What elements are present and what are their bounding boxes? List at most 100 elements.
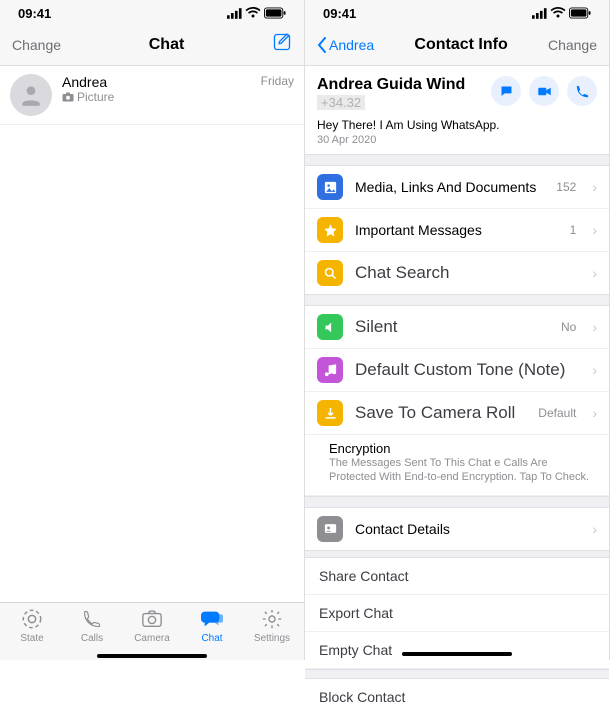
export-chat-row[interactable]: Export Chat (305, 595, 609, 632)
back-button[interactable]: Andrea (317, 37, 374, 53)
back-label: Andrea (329, 37, 374, 53)
chevron-right-icon: › (592, 362, 597, 378)
chat-preview: Picture (62, 90, 251, 104)
camera-icon (140, 607, 164, 631)
row-label: Important Messages (355, 222, 558, 238)
contact-details-row[interactable]: Contact Details › (305, 508, 609, 550)
status-indicators (227, 7, 286, 19)
row-label: Contact Details (355, 521, 580, 537)
message-button[interactable] (491, 76, 521, 106)
separator (305, 154, 609, 166)
battery-icon (264, 7, 286, 19)
row-label: Chat Search (355, 263, 580, 283)
tab-bar: State Calls Camera Chat Settings (0, 602, 304, 660)
tab-label: Camera (134, 633, 170, 644)
gear-icon (260, 607, 284, 631)
nav-left-button[interactable]: Change (12, 37, 61, 53)
audio-call-button[interactable] (567, 76, 597, 106)
cellular-icon (227, 8, 242, 19)
contact-info-screen: 09:41 Andrea Contact Info Change Andrea … (305, 0, 610, 660)
chevron-right-icon: › (592, 319, 597, 335)
row-value: 152 (556, 180, 576, 194)
tab-camera[interactable]: Camera (122, 607, 182, 656)
chat-preview-text: Picture (77, 90, 114, 104)
tab-label: Calls (81, 633, 103, 644)
tab-calls[interactable]: Calls (62, 607, 122, 656)
empty-chat-row[interactable]: Empty Chat (305, 632, 609, 669)
separator (305, 669, 609, 679)
chat-list-screen: 09:41 Change Chat Andrea Picture Friday (0, 0, 305, 660)
chat-icon (200, 607, 224, 631)
chat-time: Friday (261, 74, 294, 88)
row-value: Default (538, 406, 576, 420)
home-indicator[interactable] (402, 652, 512, 656)
chevron-right-icon: › (592, 521, 597, 537)
camera-icon (62, 92, 74, 102)
separator (305, 550, 609, 558)
row-label: Media, Links And Documents (355, 179, 544, 195)
row-value: No (561, 320, 576, 334)
encryption-text: The Messages Sent To This Chat e Calls A… (329, 456, 597, 485)
tab-label: Chat (201, 633, 222, 644)
mute-icon (317, 314, 343, 340)
separator (305, 294, 609, 306)
tab-chat[interactable]: Chat (182, 607, 242, 656)
tab-state[interactable]: State (2, 607, 62, 656)
contact-nav-bar: Andrea Contact Info Change (305, 26, 609, 66)
separator (305, 496, 609, 508)
cellular-icon (532, 8, 547, 19)
media-row[interactable]: Media, Links And Documents 152 › (305, 166, 609, 209)
state-icon (20, 607, 44, 631)
status-bar: 09:41 (305, 0, 609, 26)
nav-title: Contact Info (414, 36, 507, 54)
contact-phone: +34.32 (317, 95, 365, 110)
status-time: 09:41 (323, 6, 356, 21)
phone-icon (80, 607, 104, 631)
chevron-right-icon: › (592, 179, 597, 195)
chat-nav-bar: Change Chat (0, 26, 304, 66)
row-label: Silent (355, 317, 549, 337)
important-row[interactable]: Important Messages 1 › (305, 209, 609, 252)
compose-button[interactable] (272, 32, 292, 57)
status-bar: 09:41 (0, 0, 304, 26)
nav-right-button[interactable]: Change (548, 37, 597, 53)
contact-header: Andrea Guida Wind +34.32 (305, 66, 609, 118)
save-row[interactable]: Save To Camera Roll Default › (305, 392, 609, 435)
download-icon (317, 400, 343, 426)
contact-card-icon (317, 516, 343, 542)
row-value: 1 (570, 223, 577, 237)
tab-settings[interactable]: Settings (242, 607, 302, 656)
chat-name: Andrea (62, 74, 251, 90)
tab-label: State (20, 633, 43, 644)
chevron-right-icon: › (592, 405, 597, 421)
contact-status: Hey There! I Am Using WhatsApp. (305, 118, 609, 134)
music-icon (317, 357, 343, 383)
row-label: Default Custom Tone (Note) (355, 360, 580, 380)
chat-row[interactable]: Andrea Picture Friday (0, 66, 304, 125)
block-contact-row[interactable]: Block Contact (305, 679, 609, 715)
tone-row[interactable]: Default Custom Tone (Note) › (305, 349, 609, 392)
home-indicator[interactable] (97, 654, 207, 658)
image-icon (317, 174, 343, 200)
chevron-right-icon: › (592, 222, 597, 238)
share-contact-row[interactable]: Share Contact (305, 558, 609, 595)
tab-label: Settings (254, 633, 290, 644)
video-call-button[interactable] (529, 76, 559, 106)
chevron-left-icon (317, 37, 327, 53)
chevron-right-icon: › (592, 265, 597, 281)
silent-row[interactable]: Silent No › (305, 306, 609, 349)
row-label: Save To Camera Roll (355, 403, 526, 423)
encryption-row[interactable]: Encryption The Messages Sent To This Cha… (305, 435, 609, 496)
contact-name: Andrea Guida Wind (317, 76, 481, 94)
battery-icon (569, 7, 591, 19)
search-icon (317, 260, 343, 286)
encryption-title: Encryption (329, 441, 597, 456)
avatar (10, 74, 52, 116)
wifi-icon (245, 7, 261, 19)
wifi-icon (550, 7, 566, 19)
status-time: 09:41 (18, 6, 51, 21)
nav-title: Chat (149, 36, 185, 54)
search-row[interactable]: Chat Search › (305, 252, 609, 294)
status-indicators (532, 7, 591, 19)
star-icon (317, 217, 343, 243)
